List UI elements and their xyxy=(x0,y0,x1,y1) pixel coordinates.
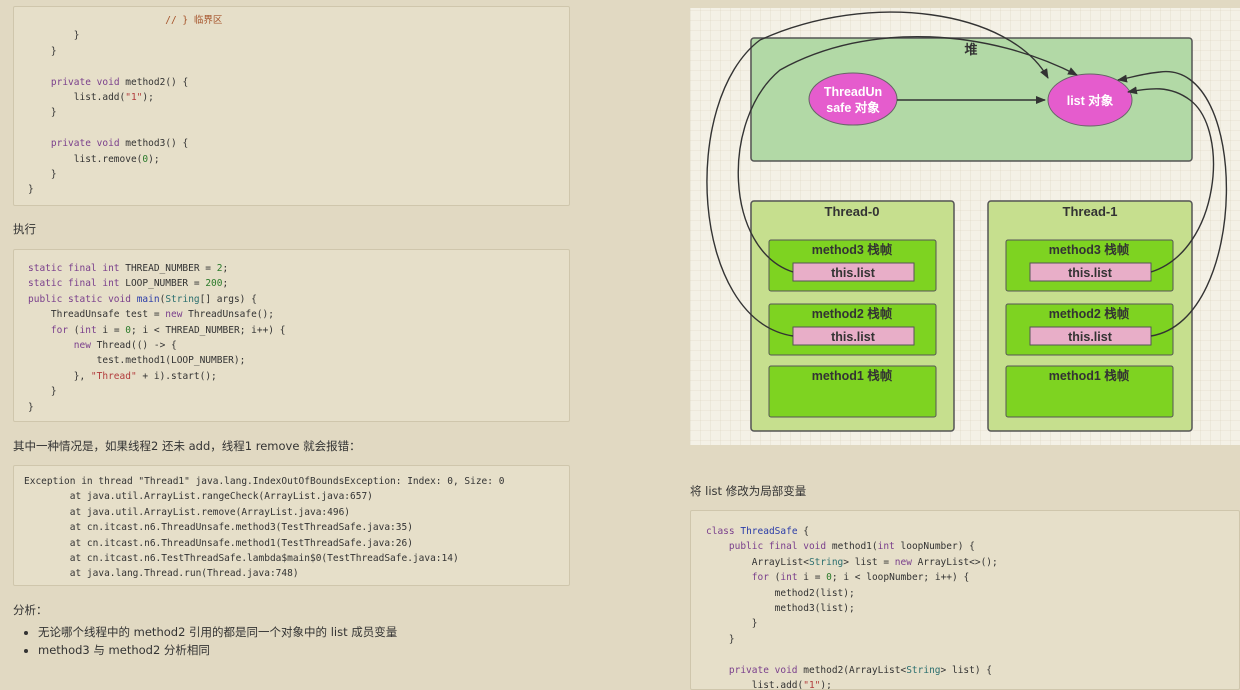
code-block-thread-unsafe-tail: // } 临界区 } } private void method2() { li… xyxy=(13,6,570,206)
code-line: public static void main(String[] args) { xyxy=(28,293,257,305)
code-line: } xyxy=(28,386,57,398)
code-line: at java.util.ArrayList.remove(ArrayList.… xyxy=(24,506,351,518)
code-line: list.add("1"); xyxy=(706,679,832,690)
note-error: 其中一种情况是，如果线程2 还未 add，线程1 remove 就会报错： xyxy=(13,439,361,453)
code-line: Exception in thread "Thread1" java.lang.… xyxy=(24,476,505,487)
thread0-method2-ref-label: this.list xyxy=(831,330,876,344)
code-line: ArrayList<String> list = new ArrayList<>… xyxy=(706,556,998,568)
code-block-main: static final int THREAD_NUMBER = 2; stati… xyxy=(13,249,570,422)
thread1-label: Thread-1 xyxy=(1063,204,1118,219)
right-column: 堆 ThreadUn safe 对象 list 对象 Thread-0 meth… xyxy=(690,0,1240,690)
code-line: } xyxy=(28,401,34,413)
thread0-method3-ref-label: this.list xyxy=(831,266,876,280)
code-line: for (int i = 0; i < THREAD_NUMBER; i++) … xyxy=(50,324,286,336)
thread1-method2-ref-label: this.list xyxy=(1068,330,1113,344)
threadunsafe-label-line1: ThreadUn xyxy=(824,85,882,99)
code-line: ThreadUnsafe test = new ThreadUnsafe(); xyxy=(28,309,274,321)
code-line: } xyxy=(28,168,57,180)
code-line: static final int LOOP_NUMBER = 200; xyxy=(28,278,229,290)
heading-analysis: 分析： xyxy=(13,603,48,617)
threadunsafe-label-line2: safe 对象 xyxy=(826,100,880,115)
code-line: public final void method1(int loopNumber… xyxy=(728,541,975,553)
code-line: method3(list); xyxy=(706,602,855,614)
thread0-method2-label: method2 栈帧 xyxy=(812,306,893,321)
code-line: list.remove(0); xyxy=(28,153,160,165)
code-block-thread-safe: class ThreadSafe { public final void met… xyxy=(690,510,1240,690)
heap-label: 堆 xyxy=(964,42,977,57)
code-line: } xyxy=(28,184,34,196)
thread1-method2-label: method2 栈帧 xyxy=(1049,306,1130,321)
code-line: at java.lang.Thread.run(Thread.java:748) xyxy=(24,568,299,580)
analysis-list: 无论哪个线程中的 method2 引用的都是同一个对象中的 list 成员变量 … xyxy=(22,623,397,659)
code-line: list.add("1"); xyxy=(28,91,154,103)
code-line: static final int THREAD_NUMBER = 2; xyxy=(28,263,229,274)
thread1-method3-label: method3 栈帧 xyxy=(1049,242,1130,257)
thread1-method1-label: method1 栈帧 xyxy=(1049,368,1130,383)
code-line: private void method2(ArrayList<String> l… xyxy=(728,664,993,676)
code-line: // } 临界区 xyxy=(96,15,223,26)
thread0-method3-label: method3 栈帧 xyxy=(812,242,893,257)
code-line: at java.util.ArrayList.rangeCheck(ArrayL… xyxy=(24,491,373,503)
code-line: } xyxy=(28,107,57,119)
code-line: private void method3() { xyxy=(50,138,189,150)
code-line: at cn.itcast.n6.ThreadUnsafe.method3(Tes… xyxy=(24,522,413,534)
code-line: } xyxy=(28,30,80,42)
code-block-exception: Exception in thread "Thread1" java.lang.… xyxy=(13,465,570,586)
code-line: } xyxy=(706,633,735,645)
heap-stack-diagram: 堆 ThreadUn safe 对象 list 对象 Thread-0 meth… xyxy=(690,8,1240,445)
thread0-label: Thread-0 xyxy=(825,204,880,219)
code-line: class ThreadSafe { xyxy=(706,526,809,537)
code-line: }, "Thread" + i).start(); xyxy=(28,370,217,382)
code-line: method2(list); xyxy=(706,587,855,599)
list-object-label: list 对象 xyxy=(1067,93,1114,108)
thread1-method3-ref-label: this.list xyxy=(1068,266,1113,280)
heading-exec: 执行 xyxy=(13,222,36,236)
threadunsafe-object xyxy=(808,72,898,126)
left-column: // } 临界区 } } private void method2() { li… xyxy=(0,0,580,683)
thread0-method1-label: method1 栈帧 xyxy=(812,368,893,383)
code-line: for (int i = 0; i < loopNumber; i++) { xyxy=(751,572,970,584)
list-item: method3 与 method2 分析相同 xyxy=(38,641,397,659)
code-line: new Thread(() -> { xyxy=(73,339,177,351)
code-line: private void method2() { xyxy=(50,76,189,88)
code-line: } xyxy=(706,618,758,630)
code-line: at cn.itcast.n6.ThreadUnsafe.method1(Tes… xyxy=(24,537,413,549)
code-line: at cn.itcast.n6.TestThreadSafe.lambda$ma… xyxy=(24,552,459,564)
list-item: 无论哪个线程中的 method2 引用的都是同一个对象中的 list 成员变量 xyxy=(38,623,397,641)
code-line: test.method1(LOOP_NUMBER); xyxy=(28,355,246,367)
note-local-variable: 将 list 修改为局部变量 xyxy=(690,484,807,498)
code-line: } xyxy=(28,45,57,57)
